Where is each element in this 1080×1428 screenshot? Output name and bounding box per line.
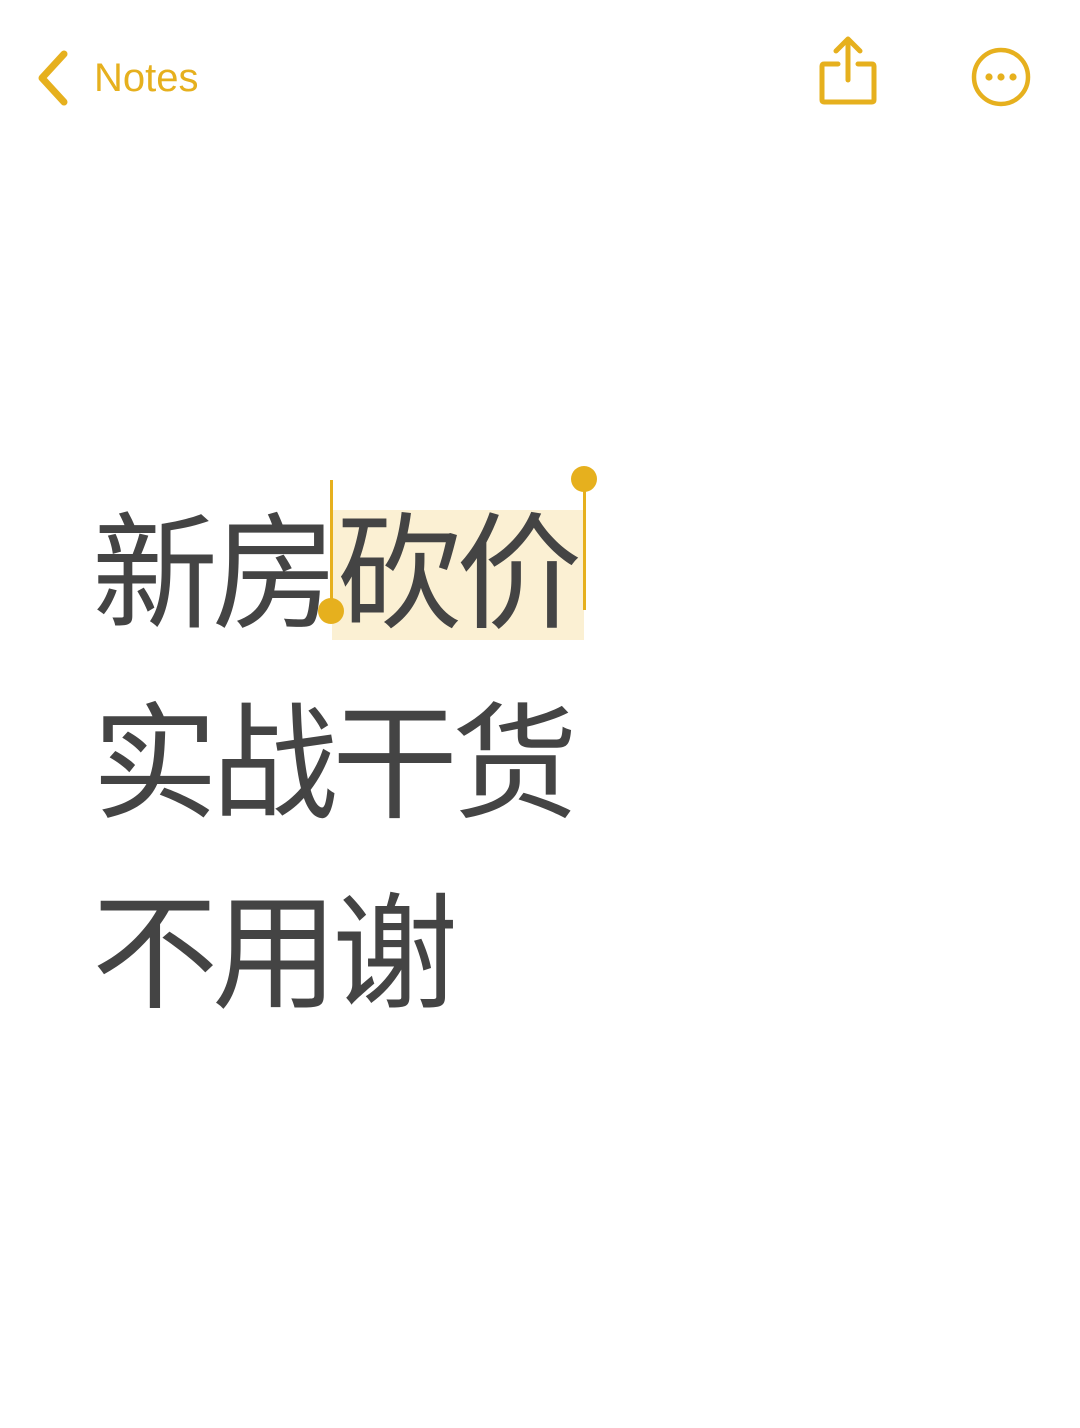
share-icon (816, 36, 880, 112)
selection-start-handle[interactable] (318, 480, 344, 624)
back-label: Notes (94, 56, 199, 100)
more-button[interactable] (970, 46, 1032, 108)
note-line-2: 实战干货 (92, 691, 578, 838)
selection-end-knob[interactable] (571, 466, 597, 492)
text-selection[interactable]: 砍价 (318, 466, 597, 670)
note-line-3: 不用谢 (92, 881, 458, 1028)
back-button[interactable]: Notes (36, 48, 199, 108)
share-button[interactable] (816, 34, 880, 108)
selection-start-knob[interactable] (318, 598, 344, 624)
selected-text: 砍价 (332, 510, 584, 640)
note-body[interactable]: 新房砍价 实战干货 不用谢 (92, 466, 992, 1050)
ellipsis-circle-icon (970, 47, 1032, 112)
chevron-left-icon (36, 50, 70, 106)
note-line-1-text: 新房 (92, 501, 338, 648)
selection-end-handle[interactable] (571, 466, 597, 610)
note-line-1: 新房砍价 (92, 466, 992, 670)
navigation-bar: Notes (0, 0, 1080, 160)
